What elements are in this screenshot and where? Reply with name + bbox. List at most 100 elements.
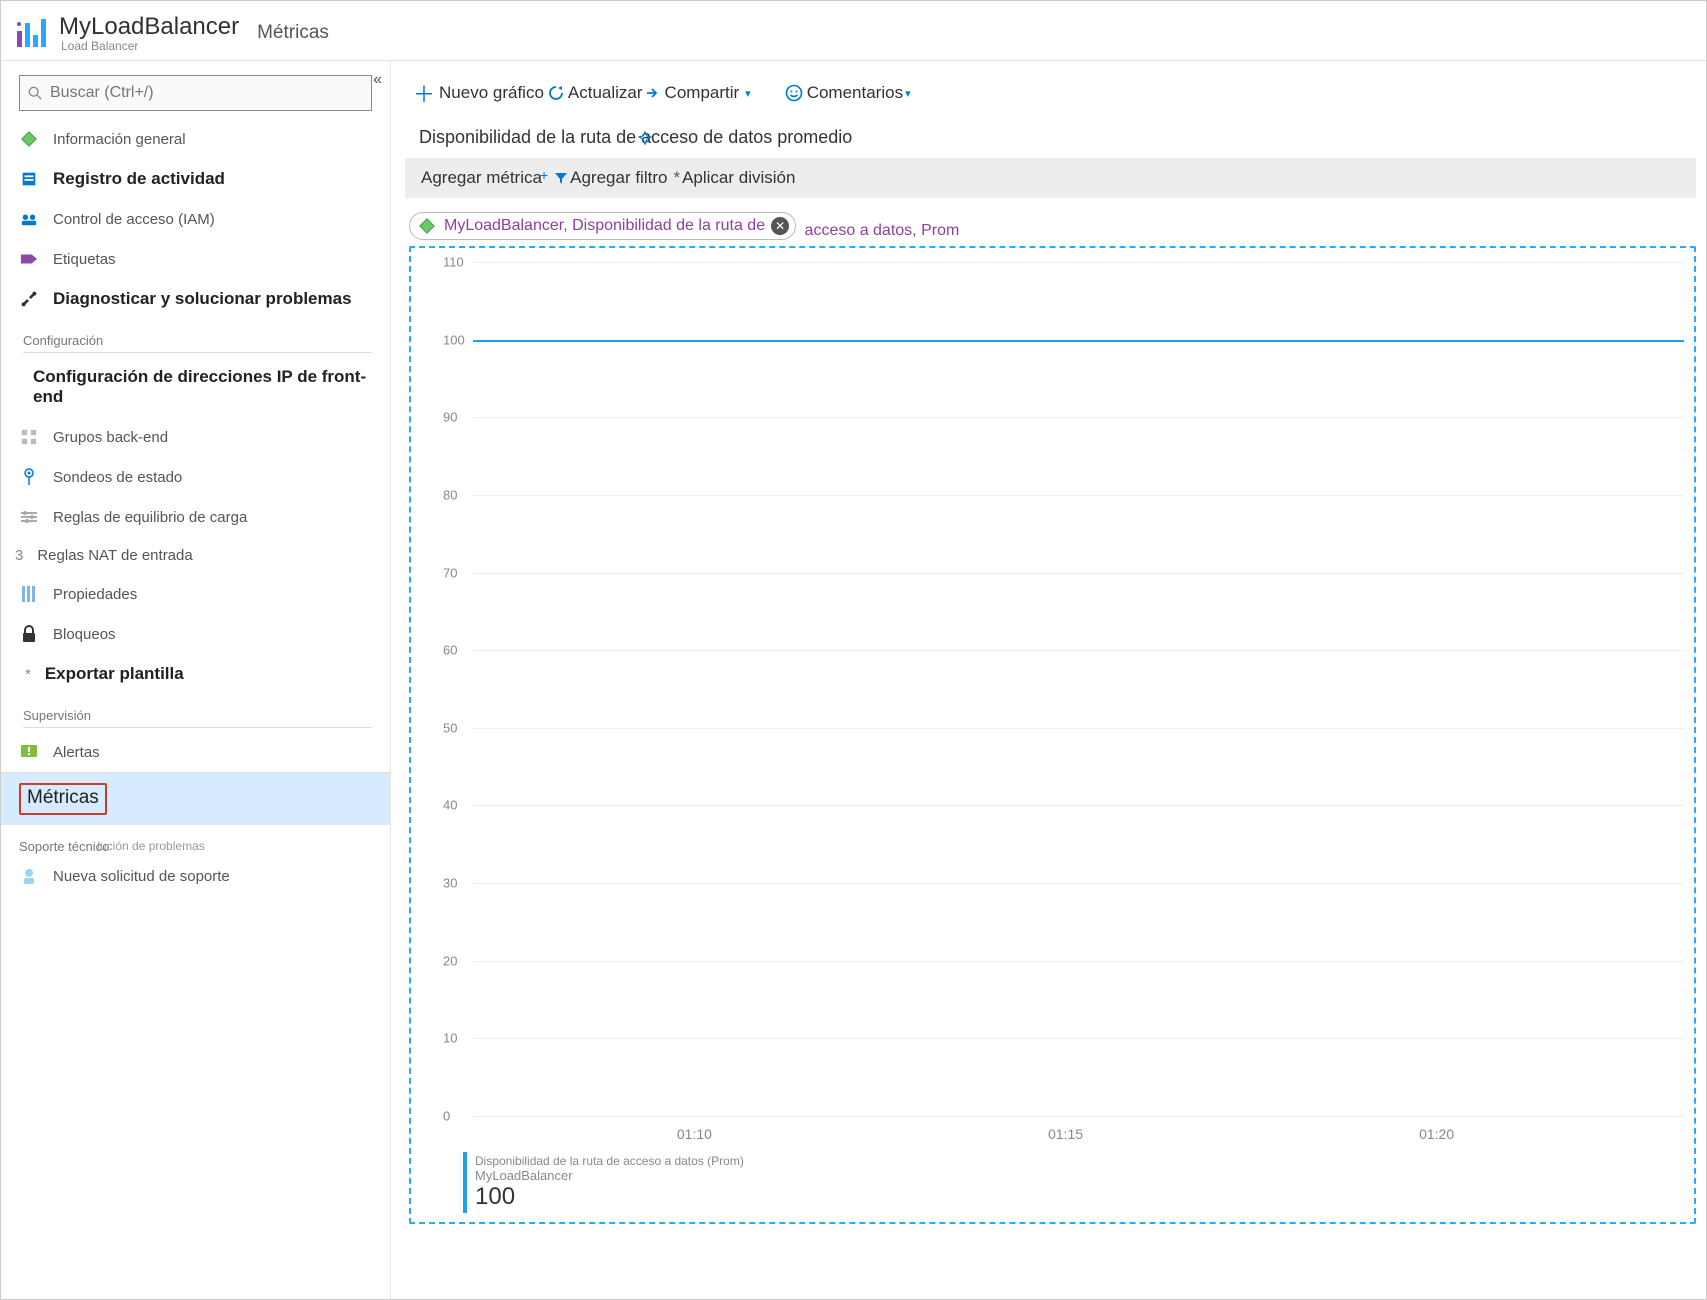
collapse-sidebar-icon[interactable]: « bbox=[373, 71, 382, 89]
blade-title: Métricas bbox=[257, 22, 329, 44]
gridline bbox=[473, 1038, 1684, 1039]
sidebar-item-label: Bloqueos bbox=[53, 626, 116, 643]
sidebar-item-label: Configuración de direcciones IP de front… bbox=[33, 367, 372, 407]
sidebar-item-label: Exportar plantilla bbox=[45, 664, 184, 684]
page-header: MyLoadBalancer Load Balancer Métricas bbox=[1, 1, 1706, 61]
metric-pill-trail: acceso a datos, Prom bbox=[805, 222, 960, 239]
sidebar-group-config: Configuración bbox=[23, 319, 372, 353]
plus-icon: ＋ bbox=[413, 77, 435, 109]
sidebar-group-monitor: Supervisión bbox=[23, 694, 372, 728]
add-filter-button[interactable]: Agregar filtro bbox=[554, 168, 667, 188]
sidebar: « Información general Registro de activi… bbox=[1, 61, 391, 1299]
add-metric-button[interactable]: Agregar métrica + bbox=[421, 168, 548, 188]
sidebar-item-activity-log[interactable]: Registro de actividad bbox=[1, 159, 390, 199]
sidebar-item-label: Reglas NAT de entrada bbox=[37, 547, 192, 564]
sidebar-item-new-support[interactable]: Nueva solicitud de soporte bbox=[1, 856, 390, 896]
sidebar-item-label: Alertas bbox=[53, 744, 100, 761]
resource-title: MyLoadBalancer bbox=[59, 13, 239, 41]
metric-pill[interactable]: MyLoadBalancer, Disponibilidad de la rut… bbox=[409, 212, 796, 240]
sidebar-item-frontend-ip[interactable]: Configuración de direcciones IP de front… bbox=[1, 357, 390, 417]
search-icon bbox=[28, 86, 42, 100]
resource-mini-icon bbox=[418, 217, 436, 235]
filter-icon bbox=[554, 171, 568, 185]
gridline bbox=[473, 728, 1684, 729]
apply-split-button[interactable]: * Aplicar división bbox=[673, 168, 795, 188]
support-label-a: Soporte técnico bbox=[19, 839, 109, 854]
metric-ops-bar: Agregar métrica + Agregar filtro * Aplic… bbox=[405, 158, 1696, 198]
y-tick-label: 90 bbox=[443, 410, 457, 425]
sidebar-item-lb-rules[interactable]: Reglas de equilibrio de carga bbox=[1, 497, 390, 537]
pin-icon[interactable] bbox=[638, 131, 652, 145]
sidebar-item-backend-pools[interactable]: Grupos back-end bbox=[1, 417, 390, 457]
legend-series-name: Disponibilidad de la ruta de acceso a da… bbox=[475, 1154, 1684, 1168]
sidebar-item-alerts[interactable]: Alertas bbox=[1, 732, 390, 772]
sidebar-item-label: Grupos back-end bbox=[53, 429, 168, 446]
remove-metric-icon[interactable]: ✕ bbox=[771, 217, 789, 235]
data-line bbox=[473, 340, 1684, 342]
resource-icon bbox=[15, 17, 47, 49]
sidebar-item-label: Etiquetas bbox=[53, 251, 116, 268]
sidebar-item-label: Reglas de equilibrio de carga bbox=[53, 509, 247, 526]
sidebar-item-metrics[interactable]: Métricas bbox=[1, 772, 390, 825]
sidebar-item-label: Información general bbox=[53, 131, 186, 148]
properties-icon bbox=[19, 584, 39, 604]
rules-icon bbox=[19, 507, 39, 527]
chart-plot-area: 110100908070605040302010001:1001:1501:20 bbox=[447, 262, 1684, 1116]
tag-icon bbox=[19, 249, 39, 269]
support-icon bbox=[19, 866, 39, 886]
sidebar-item-label: Nueva solicitud de soporte bbox=[53, 868, 230, 885]
legend-resource: MyLoadBalancer bbox=[475, 1168, 1684, 1183]
refresh-button[interactable]: Actualizar bbox=[544, 81, 647, 105]
gridline bbox=[473, 495, 1684, 496]
backend-icon bbox=[19, 427, 39, 447]
resource-type: Load Balancer bbox=[61, 39, 239, 53]
sidebar-item-label: Registro de actividad bbox=[53, 169, 225, 189]
sidebar-item-overview[interactable]: Información general bbox=[1, 119, 390, 159]
sidebar-item-iam[interactable]: Control de acceso (IAM) bbox=[1, 199, 390, 239]
y-tick-label: 40 bbox=[443, 798, 457, 813]
y-tick-label: 10 bbox=[443, 1031, 457, 1046]
sidebar-item-diagnose[interactable]: Diagnosticar y solucionar problemas bbox=[1, 279, 390, 319]
chart-title-row: Disponibilidad de la ruta de acceso de d… bbox=[391, 123, 1706, 158]
x-tick-label: 01:15 bbox=[1048, 1126, 1083, 1142]
sidebar-item-locks[interactable]: Bloqueos bbox=[1, 614, 390, 654]
chart-legend: Disponibilidad de la ruta de acceso a da… bbox=[463, 1152, 1684, 1213]
gridline bbox=[473, 573, 1684, 574]
sidebar-item-nat-rules[interactable]: 3 Reglas NAT de entrada bbox=[1, 537, 390, 574]
y-tick-label: 60 bbox=[443, 643, 457, 658]
refresh-icon bbox=[548, 85, 564, 101]
sidebar-item-label: Diagnosticar y solucionar problemas bbox=[53, 289, 352, 309]
sidebar-item-label: Control de acceso (IAM) bbox=[53, 211, 215, 228]
search-input[interactable] bbox=[50, 84, 363, 102]
chart-container: 110100908070605040302010001:1001:1501:20… bbox=[409, 246, 1696, 1224]
metrics-toolbar: ＋ Nuevo gráfico Actualizar Compartir ▾ bbox=[391, 71, 1706, 123]
chart-title: Disponibilidad de la ruta de acceso de d… bbox=[419, 127, 852, 148]
legend-value: 100 bbox=[475, 1183, 1684, 1211]
new-chart-button[interactable]: ＋ Nuevo gráfico bbox=[409, 75, 548, 111]
button-label: Compartir bbox=[665, 83, 740, 103]
sidebar-item-export-template[interactable]: * Exportar plantilla bbox=[1, 654, 390, 694]
button-label: Actualizar bbox=[568, 83, 643, 103]
sidebar-group-support: Soporte técnico lución de problemas bbox=[1, 825, 390, 856]
main-content: ＋ Nuevo gráfico Actualizar Compartir ▾ bbox=[391, 61, 1706, 1299]
sidebar-item-tags[interactable]: Etiquetas bbox=[1, 239, 390, 279]
feedback-button[interactable]: Comentarios ▾ bbox=[781, 81, 915, 105]
y-tick-label: 70 bbox=[443, 565, 457, 580]
share-button[interactable]: Compartir ▾ bbox=[641, 81, 755, 105]
share-icon bbox=[645, 85, 661, 101]
sidebar-item-label: Propiedades bbox=[53, 586, 137, 603]
asterisk: * bbox=[25, 666, 31, 683]
overview-icon bbox=[19, 129, 39, 149]
sidebar-search[interactable] bbox=[19, 75, 372, 111]
chevron-down-icon: ▾ bbox=[905, 87, 911, 100]
sidebar-item-health-probes[interactable]: Sondeos de estado bbox=[1, 457, 390, 497]
gridline bbox=[473, 1116, 1684, 1117]
sidebar-item-properties[interactable]: Propiedades bbox=[1, 574, 390, 614]
sidebar-item-label: Sondeos de estado bbox=[53, 469, 182, 486]
button-label: Aplicar división bbox=[682, 168, 795, 188]
y-tick-label: 20 bbox=[443, 953, 457, 968]
gridline bbox=[473, 417, 1684, 418]
y-tick-label: 110 bbox=[443, 255, 464, 270]
button-label: Nuevo gráfico bbox=[439, 83, 544, 103]
iam-icon bbox=[19, 209, 39, 229]
